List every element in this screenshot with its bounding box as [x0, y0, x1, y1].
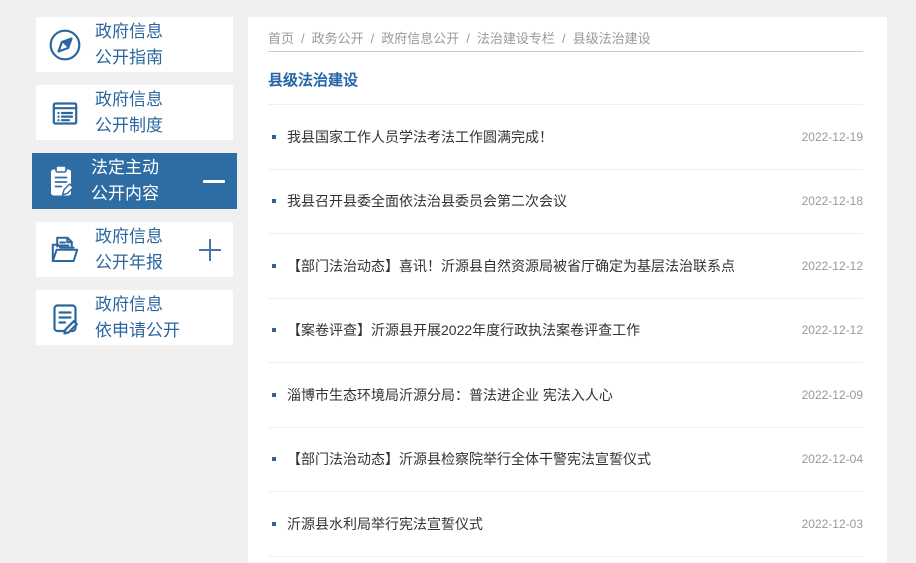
sidebar-item-label: 政府信息 依申请公开 [95, 294, 180, 340]
folder-doc-icon [45, 230, 85, 270]
breadcrumb-separator: / [370, 31, 375, 46]
article-link[interactable]: 沂源县水利局举行宪法宣誓仪式 [287, 514, 483, 534]
article-date: 2022-12-19 [801, 129, 863, 144]
article-date: 2022-12-03 [801, 516, 863, 531]
article-row: 【部门法治动态】沂源县检察院举行全体干警宪法宣誓仪式 2022-12-04 [268, 428, 863, 492]
article-link[interactable]: 【部门法治动态】喜讯！沂源县自然资源局被省厅确定为基层法治联系点 [287, 256, 735, 276]
sidebar-item-label: 政府信息 公开年报 [95, 226, 163, 272]
collapse-minus-icon[interactable] [203, 179, 225, 183]
breadcrumb-item[interactable]: 首页 [268, 31, 294, 46]
bullet-icon [272, 134, 276, 139]
article-row: 淄博市生态环境局沂源分局：普法进企业 宪法入人心 2022-12-09 [268, 363, 863, 428]
article-row: 我县国家工作人员学法考法工作圆满完成！ 2022-12-19 [268, 105, 863, 170]
sidebar-item-on-request[interactable]: 政府信息 依申请公开 [36, 290, 233, 345]
sidebar-item-annual-report[interactable]: 政府信息 公开年报 [36, 222, 233, 277]
article-date: 2022-12-12 [801, 258, 863, 273]
sidebar-item-statutory-active[interactable]: 法定主动 公开内容 [32, 153, 237, 209]
compass-icon [45, 25, 85, 65]
article-link[interactable]: 【案卷评查】沂源县开展2022年度行政执法案卷评查工作 [287, 320, 640, 340]
article-row: 【部门法治动态】喜讯！沂源县自然资源局被省厅确定为基层法治联系点 2022-12… [268, 234, 863, 299]
document-list-icon [45, 93, 85, 133]
breadcrumb-separator: / [301, 31, 305, 46]
article-list: 我县国家工作人员学法考法工作圆满完成！ 2022-12-19 我县召开县委全面依… [268, 105, 863, 557]
sidebar: 政府信息 公开指南 政府信息 公开制度 法定主动 公开内容 政府信息 公开年报 … [32, 17, 237, 358]
bullet-icon [272, 521, 276, 526]
article-row: 【案卷评查】沂源县开展2022年度行政执法案卷评查工作 2022-12-12 [268, 299, 863, 363]
breadcrumb-item: 县级法治建设 [572, 31, 651, 46]
clipboard-pen-icon [41, 161, 81, 201]
sidebar-item-label: 政府信息 公开制度 [95, 89, 163, 135]
content-panel: 首页 / 政务公开 / 政府信息公开 / 法治建设专栏 / 县级法治建设 县级法治建设 我县国家… [248, 17, 887, 563]
article-date: 2022-12-12 [801, 323, 863, 338]
article-link[interactable]: 【部门法治动态】沂源县检察院举行全体干警宪法宣誓仪式 [287, 449, 651, 469]
bullet-icon [272, 328, 276, 333]
article-link[interactable]: 我县召开县委全面依法治县委员会第二次会议 [287, 191, 567, 211]
page-title: 县级法治建设 [268, 52, 863, 105]
article-date: 2022-12-04 [801, 452, 863, 467]
bullet-icon [272, 263, 276, 268]
bullet-icon [272, 392, 276, 397]
expand-plus-icon[interactable] [199, 238, 221, 261]
sidebar-item-label: 法定主动 公开内容 [91, 158, 159, 203]
article-link[interactable]: 淄博市生态环境局沂源分局：普法进企业 宪法入人心 [287, 385, 613, 405]
article-date: 2022-12-09 [801, 387, 863, 402]
bullet-icon [272, 457, 276, 462]
doc-pen-icon [45, 298, 85, 338]
sidebar-item-gov-info-system[interactable]: 政府信息 公开制度 [36, 85, 233, 140]
breadcrumb: 首页 / 政务公开 / 政府信息公开 / 法治建设专栏 / 县级法治建设 [268, 17, 863, 52]
breadcrumb-item[interactable]: 法治建设专栏 [477, 31, 555, 46]
bullet-icon [272, 199, 276, 204]
breadcrumb-item[interactable]: 政府信息公开 [381, 31, 459, 46]
breadcrumb-separator: / [466, 31, 470, 46]
article-row: 我县召开县委全面依法治县委员会第二次会议 2022-12-18 [268, 170, 863, 234]
sidebar-item-gov-info-guide[interactable]: 政府信息 公开指南 [36, 17, 233, 72]
sidebar-item-label: 政府信息 公开指南 [95, 21, 163, 67]
article-row: 沂源县水利局举行宪法宣誓仪式 2022-12-03 [268, 492, 863, 557]
breadcrumb-item[interactable]: 政务公开 [312, 31, 364, 46]
article-link[interactable]: 我县国家工作人员学法考法工作圆满完成！ [287, 127, 553, 147]
breadcrumb-separator: / [561, 31, 566, 46]
article-date: 2022-12-18 [801, 194, 863, 209]
